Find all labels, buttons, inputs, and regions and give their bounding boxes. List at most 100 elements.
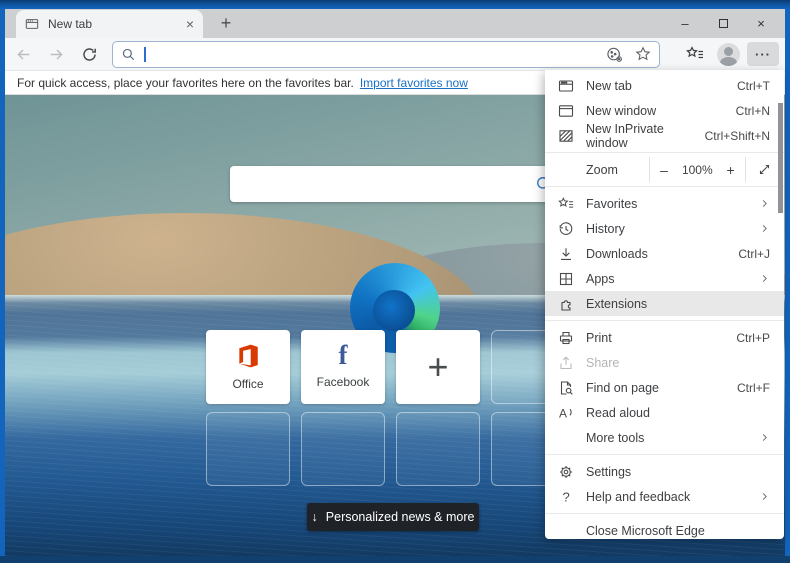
menu-item-new-inprivate-window[interactable]: New InPrivate window Ctrl+Shift+N: [545, 121, 784, 150]
empty-tile-slot: [206, 412, 290, 486]
favorites-toolbar-icon[interactable]: [680, 40, 710, 68]
navigation-toolbar: ···: [5, 38, 785, 71]
menu-item-label: Settings: [586, 464, 632, 479]
add-site-plus-icon: +: [427, 345, 449, 387]
menu-item-shortcut: Ctrl+Shift+N: [704, 128, 770, 143]
menu-item-label: New window: [586, 103, 657, 118]
extensions-puzzle-icon: [558, 296, 574, 312]
active-tab[interactable]: New tab ×: [16, 10, 203, 38]
chevron-right-icon: [759, 432, 770, 443]
svg-text:?: ?: [563, 489, 570, 504]
site-permissions-cookie-icon[interactable]: [606, 46, 623, 63]
menu-item-history[interactable]: History: [545, 216, 784, 241]
chevron-right-icon: [759, 198, 770, 209]
refresh-button[interactable]: [74, 40, 104, 68]
menu-item-zoom: Zoom – 100% +: [545, 157, 784, 182]
zoom-label: Zoom: [586, 162, 618, 177]
tab-favicon-icon: [25, 17, 39, 31]
new-window-icon: [558, 103, 574, 119]
menu-item-label: Print: [586, 330, 612, 345]
page-search-box[interactable]: [230, 166, 568, 202]
apps-icon: [558, 271, 574, 287]
menu-item-close-microsoft-edge[interactable]: Close Microsoft Edge: [545, 518, 784, 543]
maximize-icon: [718, 19, 728, 28]
menu-separator: [545, 152, 784, 153]
tile-facebook[interactable]: f Facebook: [301, 330, 385, 404]
personalized-news-button[interactable]: ↓ Personalized news & more: [307, 503, 479, 531]
menu-separator: [545, 320, 784, 321]
history-icon: [558, 221, 574, 237]
zoom-in-button[interactable]: +: [717, 162, 745, 178]
menu-scrollbar-thumb[interactable]: [778, 103, 783, 213]
menu-item-label: Downloads: [586, 246, 648, 261]
menu-item-label: History: [586, 221, 625, 236]
maximize-button[interactable]: [704, 9, 742, 38]
menu-item-label: Extensions: [586, 296, 648, 311]
new-tab-icon: [558, 78, 574, 94]
find-on-page-icon: [558, 380, 574, 396]
add-site-tile[interactable]: +: [396, 330, 480, 404]
menu-item-more-tools[interactable]: More tools: [545, 425, 784, 450]
menu-item-shortcut: Ctrl+P: [736, 330, 770, 345]
menu-item-settings[interactable]: Settings: [545, 459, 784, 484]
tab-close-icon[interactable]: ×: [186, 17, 194, 31]
menu-item-new-tab[interactable]: New tab Ctrl+T: [545, 73, 784, 98]
forward-button[interactable]: [41, 40, 71, 68]
menu-item-shortcut: Ctrl+F: [737, 380, 770, 395]
settings-menu-button[interactable]: ···: [747, 42, 779, 66]
menu-item-shortcut: Ctrl+J: [738, 246, 770, 261]
down-arrow-icon: ↓: [311, 510, 318, 524]
favorites-bar-message: For quick access, place your favorites h…: [17, 75, 354, 90]
tab-title: New tab: [48, 17, 93, 31]
menu-item-help-and-feedback[interactable]: ? Help and feedback: [545, 484, 784, 509]
empty-tile-slot: [301, 412, 385, 486]
profile-avatar[interactable]: [717, 42, 740, 66]
menu-item-new-window[interactable]: New window Ctrl+N: [545, 98, 784, 123]
menu-item-shortcut: Ctrl+T: [737, 78, 770, 93]
window-controls: – ×: [666, 9, 780, 38]
menu-item-read-aloud[interactable]: A Read aloud: [545, 400, 784, 425]
inprivate-icon: [558, 128, 574, 144]
downloads-icon: [558, 246, 574, 262]
tile-label: Office: [232, 377, 264, 391]
new-tab-button[interactable]: +: [211, 9, 241, 38]
menu-item-apps[interactable]: Apps: [545, 266, 784, 291]
menu-item-label: Help and feedback: [586, 489, 691, 504]
address-bar[interactable]: [112, 40, 660, 68]
close-button[interactable]: ×: [742, 9, 780, 38]
zoom-level-value: 100%: [681, 162, 713, 177]
settings-gear-icon: [558, 464, 574, 480]
import-favorites-link[interactable]: Import favorites now: [360, 76, 468, 90]
menu-item-downloads[interactable]: Downloads Ctrl+J: [545, 241, 784, 266]
zoom-out-button[interactable]: –: [650, 162, 678, 178]
menu-item-label: Favorites: [586, 196, 638, 211]
menu-item-shortcut: Ctrl+N: [735, 103, 770, 118]
menu-item-label: More tools: [586, 430, 645, 445]
search-icon: [121, 47, 136, 62]
add-favorite-star-icon[interactable]: [635, 46, 651, 62]
menu-item-find-on-page[interactable]: Find on page Ctrl+F: [545, 375, 784, 400]
menu-item-extensions[interactable]: Extensions: [545, 291, 784, 316]
printer-icon: [558, 330, 574, 346]
office-logo-icon: [235, 343, 261, 369]
menu-separator: [545, 454, 784, 455]
tile-office[interactable]: Office: [206, 330, 290, 404]
empty-tile-slot: [396, 412, 480, 486]
settings-dropdown-menu: New tab Ctrl+T New window Ctrl+N New InP…: [545, 70, 784, 539]
menu-item-favorites[interactable]: Favorites: [545, 191, 784, 216]
minimize-button[interactable]: –: [666, 9, 704, 38]
titlebar: [0, 0, 790, 9]
menu-item-label: Apps: [586, 271, 615, 286]
menu-item-label: Close Microsoft Edge: [586, 523, 705, 538]
menu-item-label: Read aloud: [586, 405, 650, 420]
svg-text:A: A: [559, 406, 567, 420]
chevron-right-icon: [759, 491, 770, 502]
menu-item-label: New InPrivate window: [586, 121, 664, 150]
back-button[interactable]: [8, 40, 38, 68]
facebook-logo-icon: f: [338, 340, 348, 371]
tab-strip: New tab × + – ×: [5, 9, 785, 38]
menu-separator: [545, 513, 784, 514]
share-icon: [558, 355, 574, 371]
menu-item-print[interactable]: Print Ctrl+P: [545, 325, 784, 350]
news-button-label: Personalized news & more: [325, 510, 475, 524]
